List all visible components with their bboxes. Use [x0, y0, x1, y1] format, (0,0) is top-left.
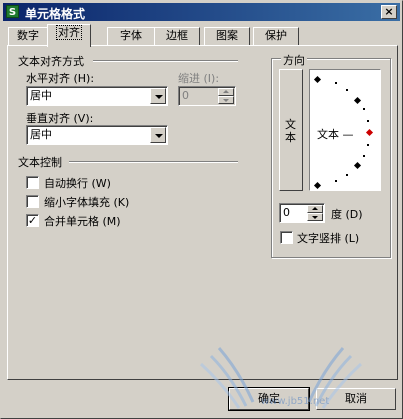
chevron-down-icon[interactable]	[150, 88, 166, 104]
shrink-to-fit-checkbox[interactable]	[26, 195, 39, 208]
degree-spin-buttons[interactable]	[307, 205, 323, 221]
section-divider	[69, 161, 238, 163]
tab-protection[interactable]: 保护	[253, 27, 299, 45]
tab-pattern[interactable]: 图案	[204, 27, 250, 45]
tab-pattern-label: 图案	[216, 29, 238, 42]
dial-minor-tick	[367, 144, 369, 146]
app-icon: S	[6, 5, 19, 18]
dial-minor-tick	[346, 89, 348, 91]
tab-font-label: 字体	[120, 29, 142, 42]
dial-major-tick	[353, 96, 362, 105]
dial-minor-tick	[346, 174, 348, 176]
indent-stepper[interactable]: 0	[178, 86, 236, 106]
vertical-text-label: 文 本	[285, 118, 296, 144]
tab-number-label: 数字	[17, 29, 39, 42]
tab-border-label: 边框	[166, 29, 188, 42]
indent-label: 缩进 (I):	[178, 72, 220, 85]
degree-label: 度 (D)	[331, 208, 363, 221]
dial-marker	[365, 128, 374, 137]
horizontal-alignment-label: 水平对齐 (H):	[26, 72, 95, 85]
dial-major-tick	[313, 181, 322, 190]
vertical-text-button[interactable]: 文 本	[279, 69, 303, 191]
degree-stepper[interactable]: 0	[279, 203, 325, 223]
tab-protection-label: 保护	[265, 29, 287, 42]
text-alignment-heading: 文本对齐方式	[18, 55, 84, 68]
wrap-text-checkbox[interactable]	[26, 176, 39, 189]
degree-value: 0	[283, 206, 290, 219]
horizontal-alignment-value: 居中	[30, 89, 52, 102]
orientation-dial[interactable]: 文本 —	[309, 69, 381, 191]
dial-major-tick	[313, 75, 322, 84]
tab-number[interactable]: 数字	[8, 27, 48, 45]
spin-up-icon[interactable]	[307, 205, 323, 213]
tab-border[interactable]: 边框	[154, 27, 200, 45]
dial-minor-tick	[335, 82, 337, 84]
cancel-button[interactable]: 取消	[316, 388, 396, 410]
dial-minor-tick	[367, 120, 369, 122]
dial-minor-tick	[363, 155, 365, 157]
indent-spin-buttons[interactable]	[218, 88, 234, 104]
section-divider	[93, 60, 238, 62]
spin-down-icon[interactable]	[218, 96, 234, 104]
horizontal-alignment-select[interactable]: 居中	[26, 86, 168, 106]
merge-cells-checkbox[interactable]: ✓	[26, 214, 39, 227]
merge-cells-label: 合并单元格 (M)	[44, 215, 121, 228]
window-title: 单元格格式	[25, 7, 86, 21]
chevron-down-icon[interactable]	[150, 127, 166, 143]
spin-up-icon[interactable]	[218, 88, 234, 96]
shrink-to-fit-label: 缩小字体填充 (K)	[44, 196, 130, 209]
title-bar[interactable]: S 单元格格式 ×	[3, 3, 400, 21]
tab-font[interactable]: 字体	[107, 27, 155, 45]
spin-down-icon[interactable]	[307, 213, 323, 221]
text-control-heading: 文本控制	[18, 156, 62, 169]
dial-major-tick	[353, 161, 362, 170]
close-button[interactable]: ×	[381, 5, 397, 19]
vertical-alignment-label: 垂直对齐 (V):	[26, 112, 94, 125]
vertical-alignment-value: 居中	[30, 128, 52, 141]
indent-value: 0	[182, 89, 189, 102]
wrap-text-label: 自动换行 (W)	[44, 177, 111, 190]
vertical-text-checkbox[interactable]	[280, 231, 293, 244]
vertical-alignment-select[interactable]: 居中	[26, 125, 168, 145]
tab-alignment-label: 对齐	[56, 25, 82, 40]
vertical-text-char: 文	[285, 118, 296, 131]
dial-text: 文本 —	[317, 128, 354, 141]
orientation-heading: 方向	[281, 52, 307, 68]
format-cells-dialog: S 单元格格式 × 数字 对齐 字体 边框 图案 保护 文本对齐方式 水平对齐 …	[0, 0, 403, 419]
vertical-text-char: 本	[285, 131, 296, 144]
tab-alignment[interactable]: 对齐	[47, 24, 91, 47]
vertical-text-checkbox-label: 文字竖排 (L)	[297, 232, 360, 245]
dial-minor-tick	[335, 180, 337, 182]
ok-button[interactable]: 确定	[228, 387, 310, 411]
dial-minor-tick	[363, 108, 365, 110]
